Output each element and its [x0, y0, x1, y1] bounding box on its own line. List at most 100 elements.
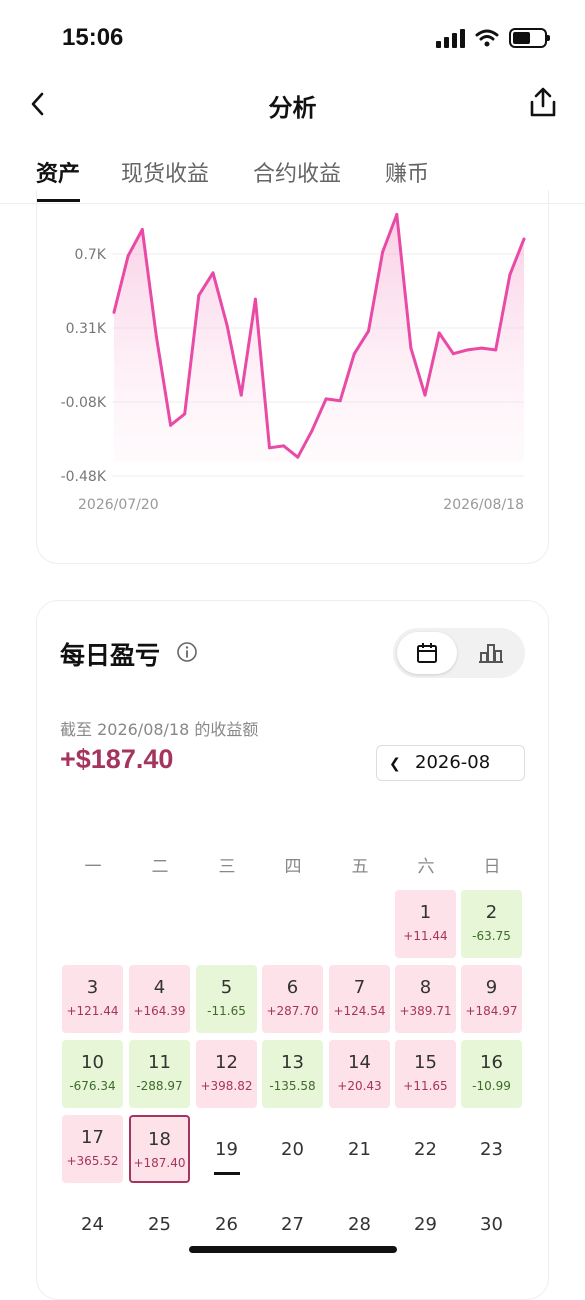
tab-futures-earnings[interactable]: 合约收益 — [253, 156, 341, 188]
pnl-total: +$187.40 — [60, 744, 174, 774]
chart-point — [296, 455, 300, 459]
chart-point — [338, 399, 342, 403]
tab-earn[interactable]: 赚币 — [385, 156, 429, 188]
calendar-day-number: 21 — [348, 1139, 371, 1160]
calendar-day-number: 16 — [480, 1052, 503, 1073]
calendar-day-pnl: +20.43 — [337, 1079, 382, 1093]
calendar-day-number: 18 — [148, 1129, 171, 1150]
calendar-day-pnl: +164.39 — [133, 1004, 186, 1018]
calendar-day-number: 13 — [281, 1052, 304, 1073]
month-selector[interactable]: ❮ 2026-08 — [376, 745, 525, 781]
calendar-day-pnl: -63.75 — [472, 929, 511, 943]
calendar-day[interactable]: 30 — [461, 1190, 522, 1258]
weekday-label: 日 — [483, 857, 501, 877]
calendar-day-pnl: -135.58 — [269, 1079, 316, 1093]
calendar-day-number: 14 — [348, 1052, 371, 1073]
calendar-view-button[interactable] — [397, 632, 457, 674]
calendar-day[interactable]: 13 -135.58 — [262, 1040, 323, 1108]
calendar-day-pnl: +11.44 — [403, 929, 448, 943]
calendar-day[interactable]: 14 +20.43 — [329, 1040, 390, 1108]
cellular-signal-icon — [436, 28, 465, 48]
chart-point — [437, 331, 441, 335]
calendar-day[interactable]: 23 — [461, 1115, 522, 1183]
chart-point — [324, 397, 328, 401]
bar-chart-icon — [479, 644, 503, 663]
chart-point — [451, 352, 455, 356]
tab-spot-earnings[interactable]: 现货收益 — [121, 156, 209, 188]
chart-point — [140, 228, 144, 232]
weekday-label: 二 — [151, 857, 169, 877]
y-tick-label: 0.31K — [66, 321, 107, 337]
calendar-day[interactable]: 7 +124.54 — [329, 965, 390, 1033]
today-indicator — [214, 1172, 240, 1175]
weekday-label: 五 — [351, 857, 369, 877]
calendar-day[interactable]: 20 — [262, 1115, 323, 1183]
y-tick-label: -0.48K — [61, 469, 107, 485]
calendar-day-number: 28 — [348, 1214, 371, 1235]
chart-area-fill — [114, 214, 524, 462]
calendar-day-number: 19 — [215, 1139, 238, 1160]
calendar-day-number: 8 — [419, 977, 432, 998]
calendar-day-number: 29 — [414, 1214, 437, 1235]
calendar-day-number: 27 — [281, 1214, 304, 1235]
wifi-icon — [475, 29, 499, 47]
y-tick-label: 0.7K — [75, 247, 107, 263]
chevron-left-icon[interactable]: ❮ — [389, 756, 401, 772]
calendar-day[interactable]: 8 +389.71 — [395, 965, 456, 1033]
calendar-day[interactable]: 25 — [129, 1190, 190, 1258]
calendar-day[interactable]: 6 +287.70 — [262, 965, 323, 1033]
status-bar: 15:06 — [0, 0, 585, 78]
month-selector-value: 2026-08 — [415, 752, 491, 773]
chart-point — [310, 429, 314, 433]
weekday-label: 一 — [84, 857, 102, 877]
tab-assets[interactable]: 资产 — [36, 156, 81, 202]
calendar-day-pnl: +389.71 — [399, 1004, 452, 1018]
calendar-day[interactable]: 22 — [395, 1115, 456, 1183]
calendar-day-number: 23 — [480, 1139, 503, 1160]
chart-point — [423, 393, 427, 397]
share-icon[interactable] — [525, 84, 561, 120]
nav-bar: 分析 — [0, 78, 585, 130]
calendar-day[interactable]: 4 +164.39 — [129, 965, 190, 1033]
calendar-day-pnl: -676.34 — [69, 1079, 116, 1093]
asset-chart[interactable]: 0.7K 0.31K -0.08K -0.48K 2026/07/20 2026/08… — [0, 200, 585, 530]
chart-point — [395, 212, 399, 216]
calendar-day[interactable]: 19 — [196, 1115, 257, 1183]
chart-point — [409, 346, 413, 350]
calendar-day-pnl: -11.65 — [207, 1004, 246, 1018]
weekday-label: 三 — [218, 857, 236, 877]
calendar-day-number: 30 — [480, 1214, 503, 1235]
calendar-day-pnl: +287.70 — [266, 1004, 319, 1018]
chart-point — [522, 237, 526, 241]
calendar-icon — [417, 643, 437, 663]
calendar-day[interactable]: 1 +11.44 — [395, 890, 456, 958]
calendar-day[interactable]: 18 +187.40 — [129, 1115, 190, 1183]
info-icon[interactable] — [176, 641, 198, 663]
calendar-day[interactable]: 10 -676.34 — [62, 1040, 123, 1108]
calendar-day[interactable]: 15 +11.65 — [395, 1040, 456, 1108]
calendar-day[interactable]: 17 +365.52 — [62, 1115, 123, 1183]
calendar-day-number: 4 — [153, 977, 166, 998]
calendar-day-pnl: +365.52 — [66, 1154, 119, 1168]
calendar-day[interactable]: 2 -63.75 — [461, 890, 522, 958]
page-title: 分析 — [268, 94, 317, 122]
calendar-day-number: 25 — [148, 1214, 171, 1235]
calendar-day-number: 1 — [419, 902, 432, 923]
calendar-day[interactable]: 24 — [62, 1190, 123, 1258]
bar-chart-view-button[interactable] — [461, 632, 521, 674]
calendar-day[interactable]: 3 +121.44 — [62, 965, 123, 1033]
calendar-day[interactable]: 5 -11.65 — [196, 965, 257, 1033]
chart-point — [508, 273, 512, 277]
home-indicator — [189, 1246, 397, 1253]
calendar-day[interactable]: 16 -10.99 — [461, 1040, 522, 1108]
calendar-day-number: 22 — [414, 1139, 437, 1160]
calendar-day[interactable]: 21 — [329, 1115, 390, 1183]
calendar-day[interactable]: 12 +398.82 — [196, 1040, 257, 1108]
calendar-day[interactable]: 29 — [395, 1190, 456, 1258]
calendar-day-number: 20 — [281, 1139, 304, 1160]
calendar-day[interactable]: 9 +184.97 — [461, 965, 522, 1033]
calendar-day[interactable]: 11 -288.97 — [129, 1040, 190, 1108]
chart-point — [282, 444, 286, 448]
calendar-day-pnl: +184.97 — [465, 1004, 518, 1018]
chart-point — [352, 352, 356, 356]
